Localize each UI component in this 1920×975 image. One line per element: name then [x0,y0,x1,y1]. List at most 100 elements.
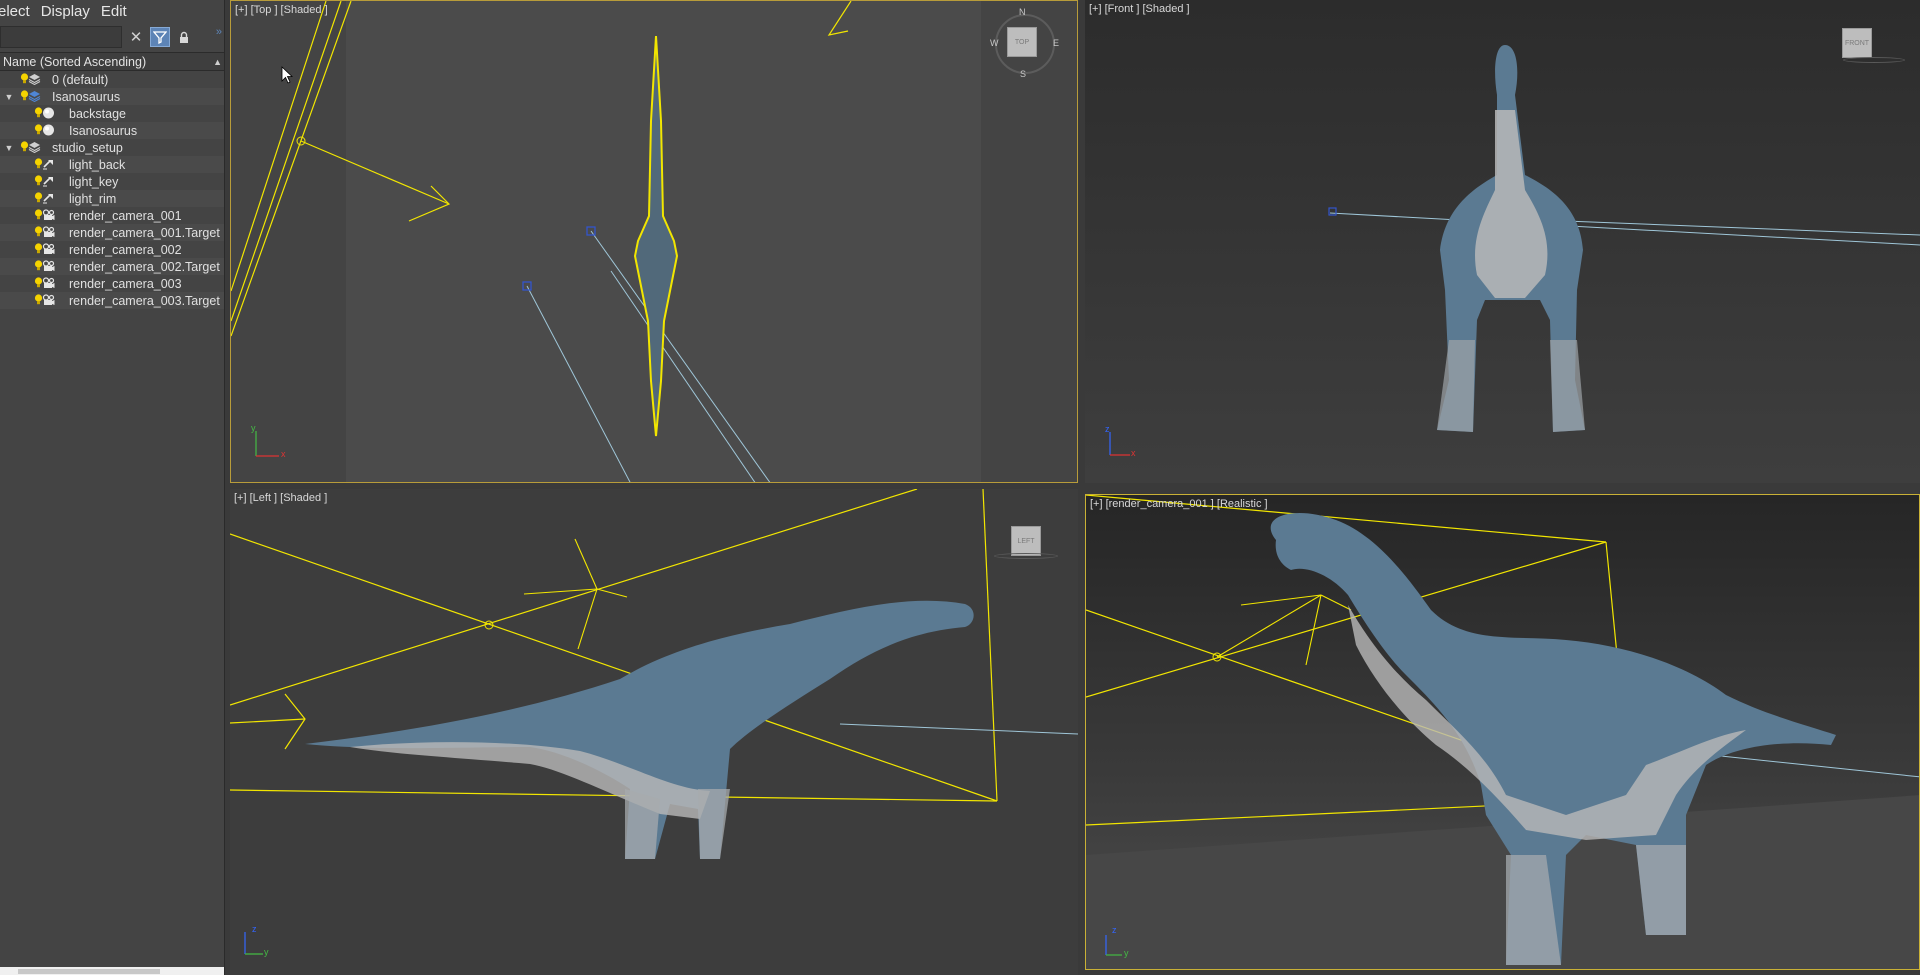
camera-icon [42,209,55,221]
axis-z-label: z [252,924,257,934]
geometry-sphere-icon [42,107,55,119]
menu-edit[interactable]: Edit [101,3,138,20]
tree-row[interactable]: render_camera_003.Target [0,292,224,309]
explorer-menubar: elect Display Edit [0,0,224,22]
dinosaur-top-view[interactable] [633,35,679,437]
viewport-front[interactable]: [+] [Front ] [Shaded ] z x FRONT [1085,0,1920,483]
tree-row[interactable]: ▼ Isanosaurus [0,88,224,105]
viewcube[interactable]: TOP [1007,27,1037,57]
tree-row[interactable]: Isanosaurus [0,122,224,139]
dinosaur-front-view[interactable] [1437,45,1585,432]
clear-search-button[interactable]: ✕ [126,27,146,47]
top-viewport-scene [231,1,1077,482]
tree-row-label: 0 (default) [52,72,109,87]
light-arrow [827,1,852,36]
tree-row[interactable]: render_camera_001 [0,207,224,224]
search-input[interactable] [0,26,122,48]
viewport-camera[interactable]: [+] [render_camera_001 ] [Realistic ] z … [1085,494,1920,970]
tree-row-label: Isanosaurus [69,123,138,138]
tree-row-label: render_camera_001 [69,208,182,223]
tree-row[interactable]: 0 (default) [0,71,224,88]
tree-row[interactable]: render_camera_001.Target [0,224,224,241]
menu-select[interactable]: elect [0,3,41,20]
tree-row-label: render_camera_003.Target [69,293,220,308]
light-gizmo [1328,207,1337,216]
viewcube-ring[interactable] [1843,57,1905,63]
tree-row[interactable]: light_rim [0,190,224,207]
camera-frustum-line [982,489,998,802]
explorer-toolbar: ✕ » [0,22,224,52]
axis-y-label: y [264,947,269,957]
scrollbar-thumb[interactable] [18,969,160,974]
tree-row[interactable]: backstage [0,105,224,122]
camera-icon [42,294,55,306]
mouse-cursor-icon [281,66,293,84]
viewcube[interactable]: FRONT [1842,28,1872,58]
light-link-line [590,230,771,482]
layer-icon [28,73,41,86]
viewport-label[interactable]: [+] [render_camera_001 ] [Realistic ] [1090,498,1268,510]
scene-explorer-panel: elect Display Edit ✕ » Name (Sorted Asce… [0,0,225,975]
tree-row-label: backstage [69,106,126,121]
compass-west: W [990,38,999,48]
camera-icon [42,260,55,272]
viewport-label[interactable]: [+] [Top ] [Shaded ] [235,4,328,16]
light-icon [42,192,55,204]
viewcube-face-label: LEFT [1017,537,1035,545]
tree-row[interactable]: ▼ studio_setup [0,139,224,156]
layer-active-icon [28,90,41,103]
expand-toggle-icon[interactable]: ▼ [4,92,14,102]
menu-display[interactable]: Display [41,3,101,20]
viewport-top[interactable]: [+] [Top ] [Shaded ] y x TOP N S E W [230,0,1078,483]
expand-panel-icon[interactable]: » [216,26,222,38]
dinosaur-side-view[interactable] [305,600,974,859]
tree-row-label: light_key [69,174,119,189]
viewport-left[interactable]: [+] [Left ] [Shaded ] z y LEFT [230,489,1078,975]
camera-icon [42,243,55,255]
camera-viewport-scene [1086,495,1919,969]
expand-toggle-icon[interactable]: ▼ [4,143,14,153]
geometry-sphere-icon [42,124,55,136]
sort-ascending-icon: ▲ [213,56,222,67]
light-link-line [526,285,631,482]
tree-row[interactable]: render_camera_003 [0,275,224,292]
front-viewport-scene [1109,45,1920,456]
tree-row-label: render_camera_002.Target [69,259,220,274]
column-header-label: Name (Sorted Ascending) [3,54,147,69]
filter-toggle-button[interactable] [150,27,170,47]
axis-z-label: z [1112,925,1117,935]
tree-row-label: light_back [69,157,126,172]
tree-row-label: studio_setup [52,140,123,155]
scene-tree: 0 (default) ▼ Isanosaurus backstage Isanosau… [0,71,224,309]
camera-icon [42,277,55,289]
tree-row[interactable]: render_camera_002.Target [0,258,224,275]
viewcube-face-label: TOP [1014,38,1030,46]
viewcube-ring[interactable] [994,553,1058,559]
left-viewport-scene [230,489,1078,955]
tree-row-label: render_camera_002 [69,242,182,257]
tree-row[interactable]: render_camera_002 [0,241,224,258]
viewcube[interactable]: LEFT [1011,526,1041,556]
light-link-line [610,270,756,482]
light-link-line [839,723,1078,735]
viewcube-face-label: FRONT [1844,39,1870,47]
horizontal-scrollbar[interactable] [0,967,224,975]
filter-icon [153,31,167,44]
tree-row[interactable]: light_back [0,156,224,173]
tree-row[interactable]: light_key [0,173,224,190]
axis-y-label: y [251,423,256,433]
axis-x-label: x [281,449,286,459]
layer-icon [28,141,41,154]
tree-row-label: Isanosaurus [52,89,121,104]
light-arrow [408,185,451,222]
close-icon: ✕ [129,29,143,46]
column-header-name[interactable]: Name (Sorted Ascending) ▲ [0,52,224,71]
camera-icon [42,226,55,238]
compass-north: N [1019,7,1026,17]
viewport-label[interactable]: [+] [Front ] [Shaded ] [1089,3,1190,15]
tree-row-label: render_camera_003 [69,276,182,291]
lock-icon [180,31,188,43]
light-icon [42,158,55,170]
lock-button[interactable] [174,27,194,47]
viewport-label[interactable]: [+] [Left ] [Shaded ] [234,492,327,504]
